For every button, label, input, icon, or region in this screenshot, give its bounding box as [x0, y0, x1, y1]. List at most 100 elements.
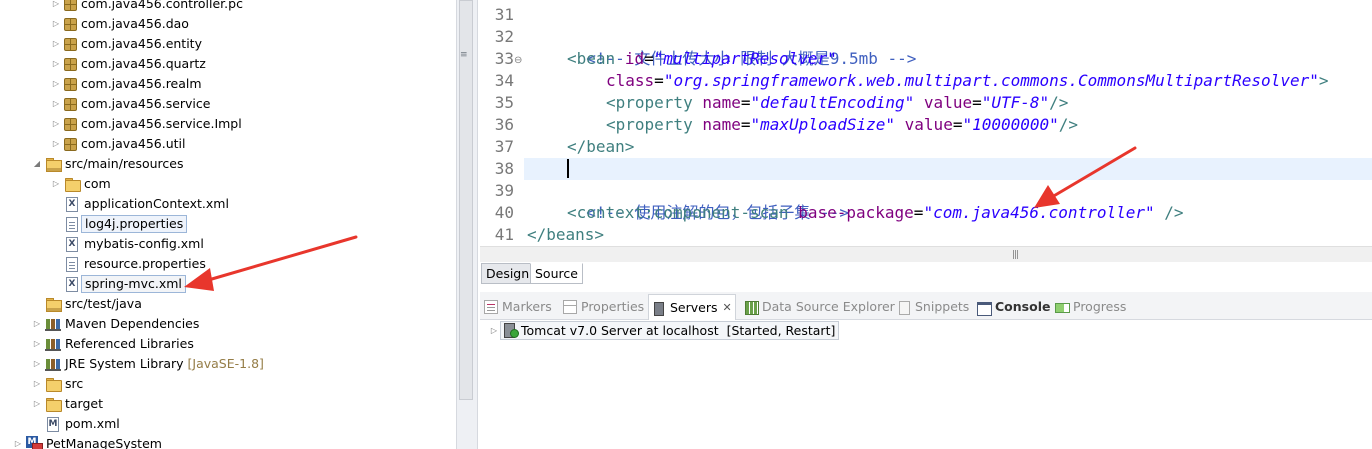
properties-file-icon: [66, 216, 78, 232]
tab-progress[interactable]: Progress: [1055, 297, 1126, 317]
line-number: 31: [494, 5, 514, 24]
tree-item-src-test-java[interactable]: src/test/java: [31, 294, 142, 314]
code-line-40: <context:component-scan base-package="co…: [567, 203, 1184, 222]
xml-file-icon: X: [66, 196, 78, 212]
tree-item-project-petmanagesystem[interactable]: ▷ PetManageSystem: [12, 434, 162, 449]
tree-item-package-quartz[interactable]: ▷ com.java456.quartz: [50, 54, 206, 74]
maven-pom-icon: M: [47, 416, 59, 432]
tree-item-package-util[interactable]: ▷ com.java456.util: [50, 134, 185, 154]
expand-arrow-icon[interactable]: ▷: [12, 434, 24, 449]
library-icon: [45, 316, 61, 332]
package-icon: [64, 98, 77, 111]
tab-source[interactable]: Source: [530, 263, 583, 284]
progress-icon: [1055, 300, 1070, 314]
editor-horizontal-scrollbar[interactable]: [480, 246, 1372, 262]
collapse-arrow-icon[interactable]: ◢: [31, 154, 43, 174]
tree-item-jre-system-library[interactable]: ▷ JRE System Library [JavaSE-1.8]: [31, 354, 264, 374]
code-line-35: <property name="defaultEncoding" value="…: [606, 93, 1069, 112]
server-list-item[interactable]: ▷ Tomcat v7.0 Server at localhost [Start…: [488, 320, 840, 340]
library-icon: [45, 356, 61, 372]
source-folder-icon: [45, 296, 62, 312]
tree-item-mybatis-config-xml[interactable]: X mybatis-config.xml: [62, 234, 204, 254]
tree-item-pom-xml[interactable]: M pom.xml: [43, 414, 120, 434]
data-source-explorer-icon: [744, 300, 759, 315]
expand-arrow-icon[interactable]: ▷: [50, 94, 62, 114]
tree-item-maven-dependencies[interactable]: ▷ Maven Dependencies: [31, 314, 199, 334]
fold-collapse-icon[interactable]: ⊖: [514, 55, 522, 66]
expand-arrow-icon[interactable]: ▷: [31, 374, 43, 394]
expand-arrow-icon[interactable]: ▷: [50, 14, 62, 34]
expand-arrow-icon[interactable]: ▷: [31, 334, 43, 354]
line-number: 33: [494, 49, 514, 68]
tree-item-folder-src[interactable]: ▷ src: [31, 374, 83, 394]
line-number: 35: [494, 93, 514, 112]
tab-snippets[interactable]: Snippets: [897, 297, 969, 317]
expand-arrow-icon[interactable]: ▷: [50, 114, 62, 134]
expand-arrow-icon[interactable]: ▷: [50, 34, 62, 54]
package-icon: [64, 58, 77, 71]
tree-item-package-service-impl[interactable]: ▷ com.java456.service.Impl: [50, 114, 242, 134]
line-number: 40: [494, 203, 514, 222]
server-name: Tomcat v7.0 Server at localhost: [521, 322, 719, 338]
tab-servers[interactable]: Servers ✕: [648, 294, 736, 320]
tab-properties[interactable]: Properties: [563, 297, 644, 317]
code-line-41: </beans>: [527, 225, 605, 244]
jre-library-label: JRE System Library: [65, 356, 184, 371]
properties-file-icon: [66, 256, 78, 272]
server-entry[interactable]: Tomcat v7.0 Server at localhost [Started…: [500, 320, 840, 340]
tree-item-referenced-libraries[interactable]: ▷ Referenced Libraries: [31, 334, 194, 354]
package-icon: [64, 118, 77, 131]
tree-item-package-dao[interactable]: ▷ com.java456.dao: [50, 14, 189, 34]
folder-icon: [45, 376, 62, 392]
jre-version-decoration: [JavaSE-1.8]: [187, 356, 264, 371]
editor-mode-tabbar: [480, 262, 1372, 284]
line-number: 39: [494, 181, 514, 200]
expand-arrow-icon[interactable]: ▷: [488, 320, 500, 340]
tree-item-spring-mvc-xml[interactable]: X spring-mvc.xml: [62, 274, 186, 294]
tab-markers[interactable]: Markers: [484, 297, 552, 317]
tree-item-package-service[interactable]: ▷ com.java456.service: [50, 94, 210, 114]
tab-data-source-explorer[interactable]: Data Source Explorer: [744, 297, 895, 317]
xml-file-icon: X: [66, 236, 78, 252]
expand-arrow-icon[interactable]: ▷: [31, 354, 43, 374]
line-number: 41: [494, 225, 514, 244]
tree-item-package-entity[interactable]: ▷ com.java456.entity: [50, 34, 202, 54]
tree-item-application-context-xml[interactable]: X applicationContext.xml: [62, 194, 229, 214]
code-line-37: </bean>: [567, 137, 635, 156]
tab-console[interactable]: Console: [977, 297, 1050, 317]
code-line-34: class="org.springframework.web.multipart…: [606, 71, 1329, 90]
current-line-highlight: [524, 158, 1372, 180]
code-line-32: <!-- 文件上传大小 限制 大概是9.5mb -->: [567, 26, 916, 68]
expand-arrow-icon[interactable]: ▷: [50, 0, 62, 14]
maven-project-icon: [26, 436, 43, 449]
code-line-36: <property name="maxUploadSize" value="10…: [606, 115, 1079, 134]
tree-item-resource-properties[interactable]: resource.properties: [62, 254, 206, 274]
package-icon: [64, 138, 77, 151]
expand-arrow-icon[interactable]: ▷: [50, 74, 62, 94]
tree-item-log4j-properties[interactable]: log4j.properties: [62, 214, 188, 234]
scrollbar-grip-icon: ≡: [460, 50, 468, 60]
xml-file-icon: X: [66, 276, 78, 292]
tree-item-package-controller-pc[interactable]: ▷ com.java456.controller.pc: [50, 0, 243, 14]
expand-arrow-icon[interactable]: ▷: [31, 314, 43, 334]
project-explorer: ▷ com.java456.controller.pc ▷ com.java45…: [0, 0, 456, 449]
package-icon: [64, 78, 77, 91]
expand-arrow-icon[interactable]: ▷: [31, 394, 43, 414]
properties-icon: [563, 300, 577, 314]
servers-icon: [652, 301, 666, 316]
code-line-33: <bean id="multipartResolver": [567, 49, 837, 68]
expand-arrow-icon[interactable]: ▷: [50, 134, 62, 154]
expand-arrow-icon[interactable]: ▷: [50, 174, 62, 194]
tree-item-package-realm[interactable]: ▷ com.java456.realm: [50, 74, 202, 94]
tab-design[interactable]: Design: [481, 263, 535, 284]
line-number: 32: [494, 27, 514, 46]
tree-item-folder-target[interactable]: ▷ target: [31, 394, 103, 414]
close-tab-icon[interactable]: ✕: [723, 298, 732, 318]
folder-icon: [64, 176, 81, 192]
expand-arrow-icon[interactable]: ▷: [50, 54, 62, 74]
snippets-icon: [897, 300, 911, 315]
tree-item-src-main-resources[interactable]: ◢ src/main/resources: [31, 154, 183, 174]
package-icon: [64, 18, 77, 31]
explorer-vertical-scrollbar[interactable]: [456, 0, 478, 449]
tree-item-folder-com[interactable]: ▷ com: [50, 174, 111, 194]
